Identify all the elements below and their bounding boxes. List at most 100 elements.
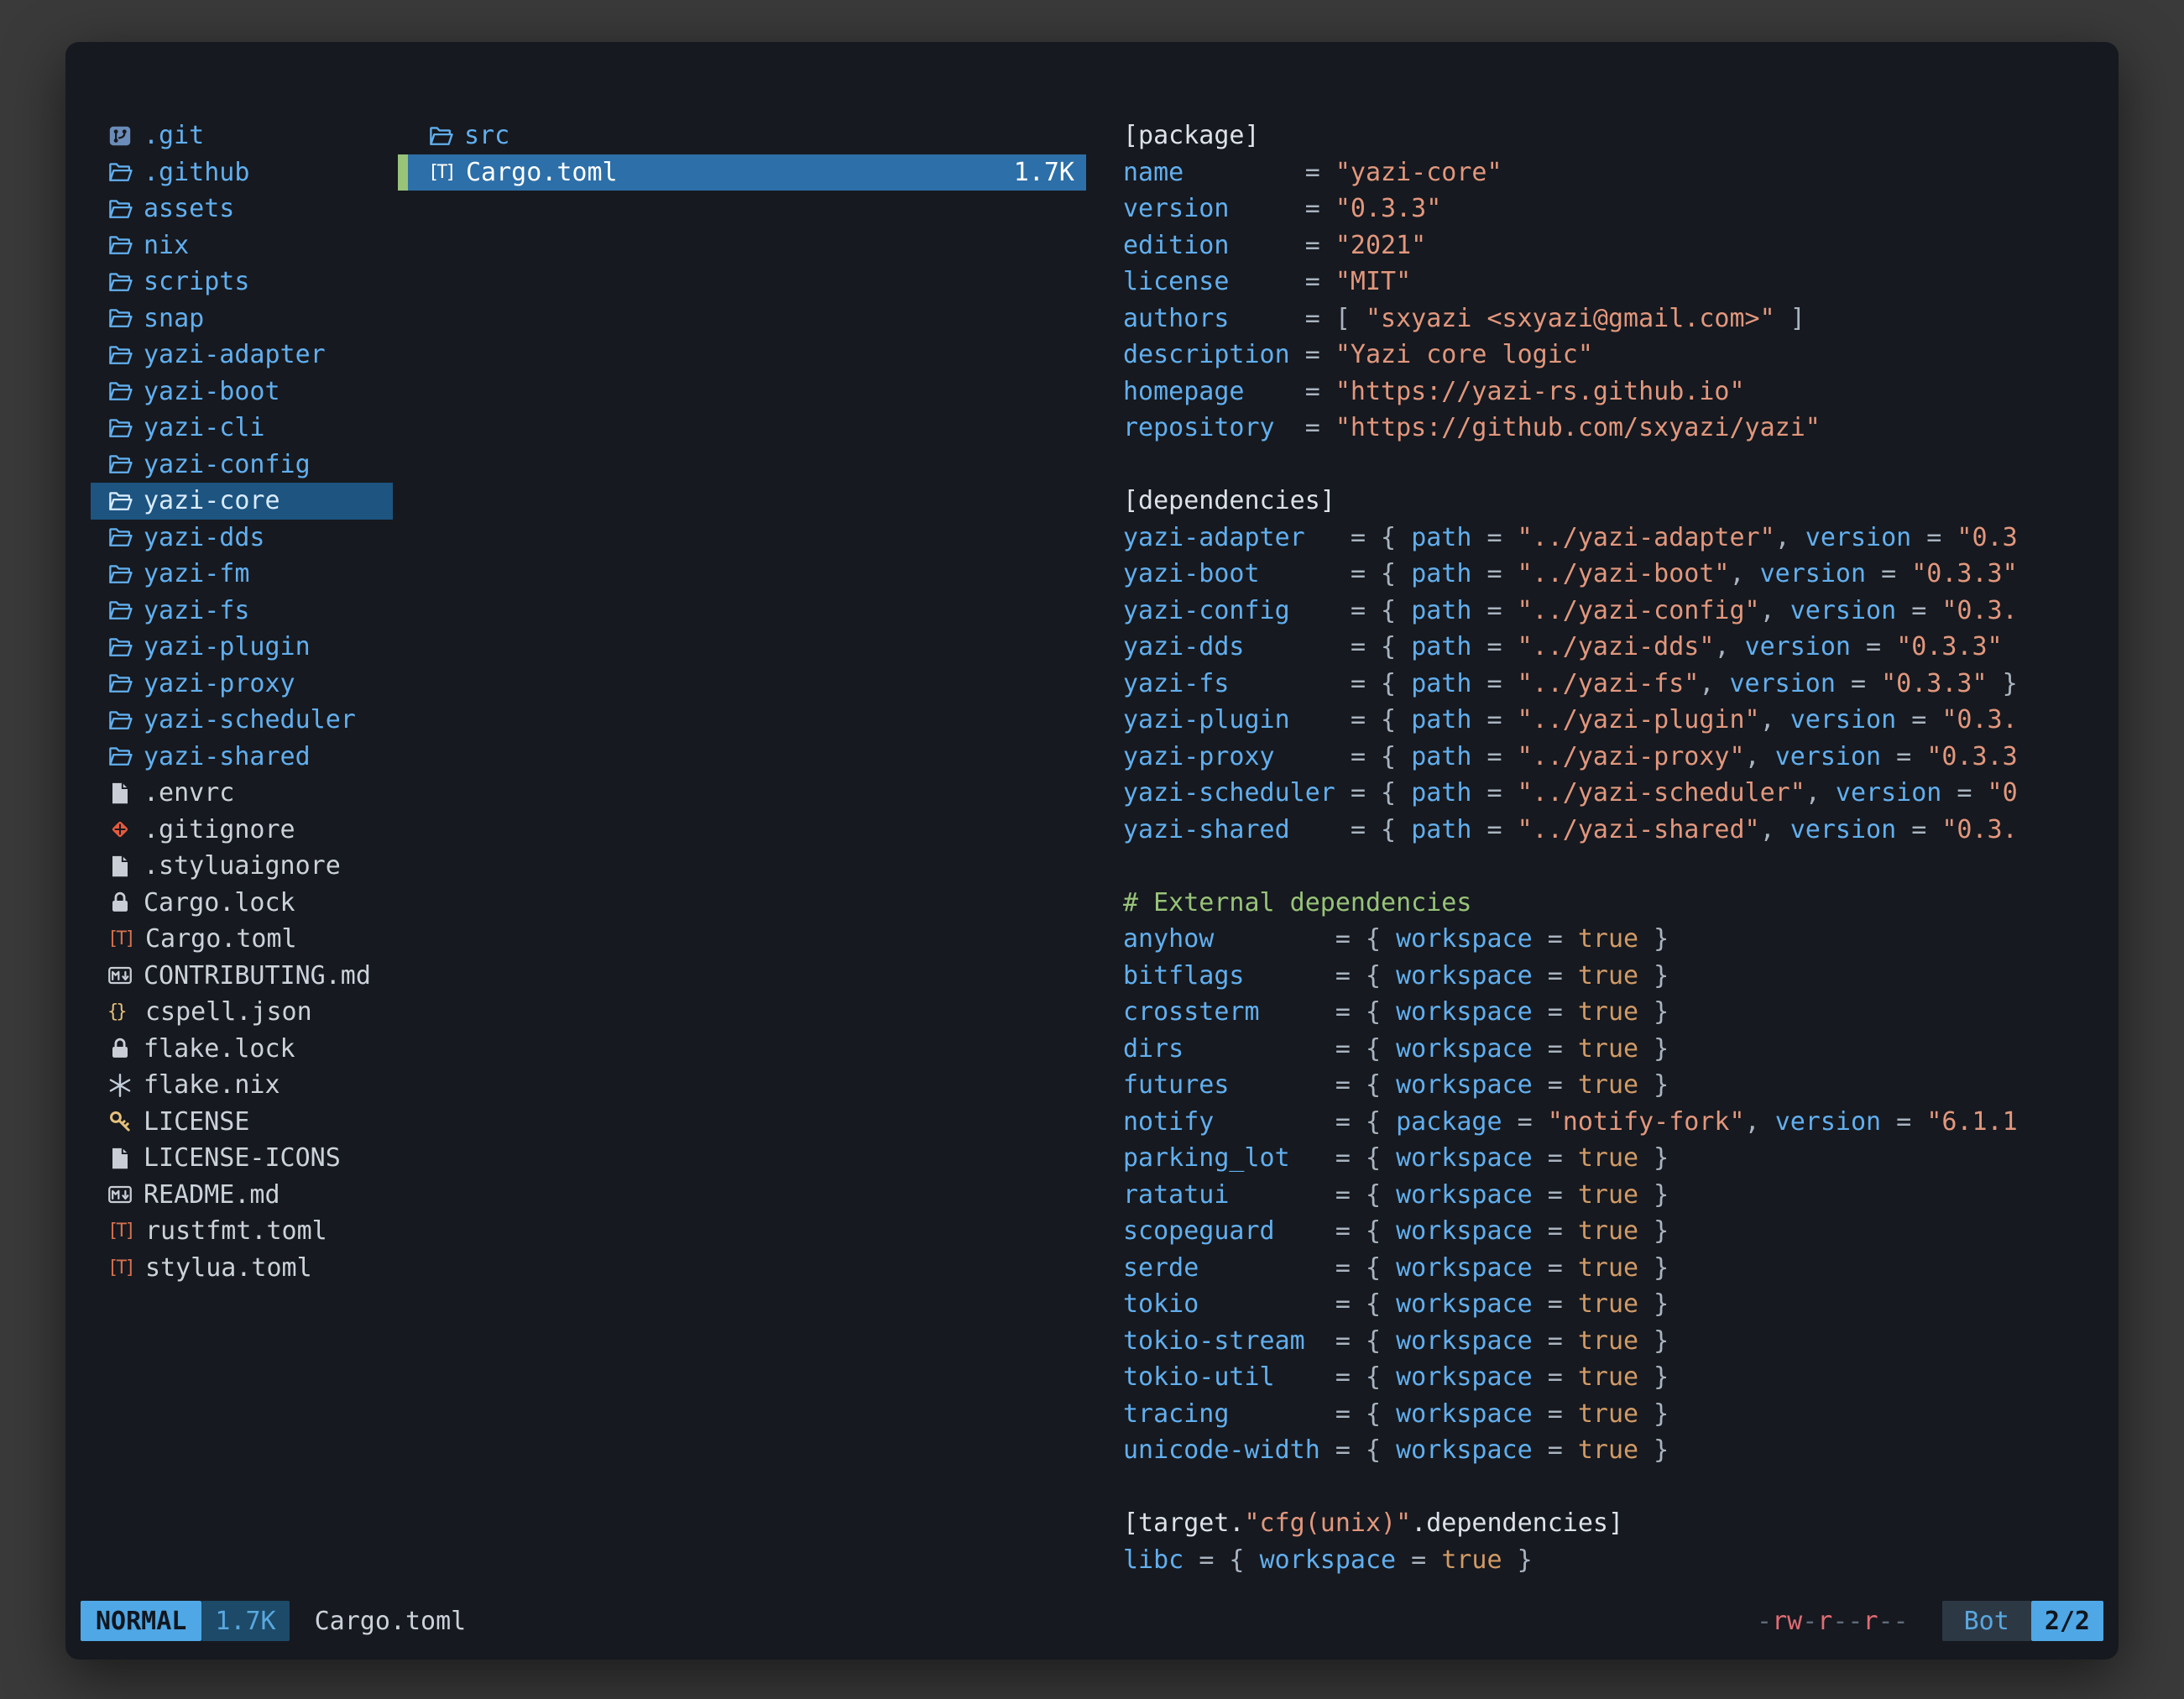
file-row-.envrc[interactable]: .envrc (91, 775, 393, 812)
file-row-yazi-boot[interactable]: yazi-boot (91, 374, 393, 410)
code-line: tracing = { workspace = true } (1123, 1396, 2095, 1433)
folder-icon (107, 708, 133, 733)
file-row-yazi-config[interactable]: yazi-config (91, 447, 393, 484)
file-row-cspell.json[interactable]: {}cspell.json (91, 994, 393, 1031)
file-name: yazi-dds (144, 523, 265, 552)
file-row-readme.md[interactable]: README.md (91, 1177, 393, 1214)
file-row-cargo.lock[interactable]: Cargo.lock (91, 885, 393, 922)
panes-container: .git.githubassetsnixscriptssnapyazi-adap… (65, 42, 2119, 1596)
folder-icon (107, 416, 133, 441)
code-line: tokio-util = { workspace = true } (1123, 1359, 2095, 1396)
file-name: yazi-config (144, 450, 311, 479)
code-line: yazi-config = { path = "../yazi-config",… (1123, 593, 2095, 630)
folder-icon (107, 379, 133, 404)
file-row-src[interactable]: src (398, 118, 1086, 154)
file-name: LICENSE-ICONS (144, 1143, 341, 1173)
markdown-icon (107, 963, 133, 988)
code-line: version = "0.3.3" (1123, 191, 2095, 227)
code-line: [target."cfg(unix)".dependencies] (1123, 1505, 2095, 1542)
key-icon (107, 1109, 133, 1134)
code-line: yazi-adapter = { path = "../yazi-adapter… (1123, 520, 2095, 557)
folder-icon (107, 671, 133, 696)
file-row-yazi-fs[interactable]: yazi-fs (91, 593, 393, 630)
file-name: stylua.toml (145, 1253, 312, 1283)
file-row-snap[interactable]: snap (91, 301, 393, 337)
braces-icon: {} (107, 1000, 139, 1025)
file-row-flake.lock[interactable]: flake.lock (91, 1031, 393, 1068)
file-row-assets[interactable]: assets (91, 191, 393, 227)
code-line: [dependencies] (1123, 483, 2095, 520)
code-line: tokio = { workspace = true } (1123, 1286, 2095, 1323)
file-row-contributing.md[interactable]: CONTRIBUTING.md (91, 958, 393, 995)
file-row-.github[interactable]: .github (91, 154, 393, 191)
file-row-license[interactable]: LICENSE (91, 1104, 393, 1141)
folder-icon (107, 159, 133, 185)
markdown-icon (107, 1182, 133, 1207)
file-name: yazi-shared (144, 742, 311, 771)
preview-content: [package]name = "yazi-core"version = "0.… (1123, 118, 2095, 1578)
toml-icon: [T] (107, 1219, 139, 1244)
file-row-stylua.toml[interactable]: [T]stylua.toml (91, 1250, 393, 1287)
file-name: yazi-cli (144, 413, 265, 442)
file-row-.git[interactable]: .git (91, 118, 393, 154)
code-line: edition = "2021" (1123, 227, 2095, 264)
code-line: ratatui = { workspace = true } (1123, 1177, 2095, 1214)
file-row-cargo.toml[interactable]: [T]Cargo.toml (91, 921, 393, 958)
file-name: CONTRIBUTING.md (144, 961, 371, 991)
file-name: Cargo.toml (145, 924, 297, 954)
toml-icon: [T] (428, 159, 460, 185)
file-name: Cargo.lock (144, 888, 295, 917)
file-row-yazi-dds[interactable]: yazi-dds (91, 520, 393, 557)
folder-icon (107, 306, 133, 331)
file-row-yazi-proxy[interactable]: yazi-proxy (91, 666, 393, 703)
code-line (1123, 1469, 2095, 1506)
code-line: unicode-width = { workspace = true } (1123, 1432, 2095, 1469)
file-row-.gitignore[interactable]: .gitignore (91, 812, 393, 849)
file-row-.styluaignore[interactable]: .styluaignore (91, 848, 393, 885)
folder-icon (428, 123, 453, 149)
file-row-rustfmt.toml[interactable]: [T]rustfmt.toml (91, 1213, 393, 1250)
folder-icon (107, 562, 133, 587)
file-row-scripts[interactable]: scripts (91, 264, 393, 301)
file-name: yazi-scheduler (144, 705, 356, 734)
code-line: crossterm = { workspace = true } (1123, 994, 2095, 1031)
code-line: anyhow = { workspace = true } (1123, 921, 2095, 958)
file-name: yazi-plugin (144, 632, 311, 661)
code-line: libc = { workspace = true } (1123, 1542, 2095, 1579)
file-row-license-icons[interactable]: LICENSE-ICONS (91, 1140, 393, 1177)
status-bar: NORMAL 1.7K Cargo.toml -rw-r--r-- Bot 2/… (81, 1601, 2103, 1641)
folder-icon (107, 452, 133, 477)
status-filename: Cargo.toml (315, 1607, 467, 1636)
file-name: nix (144, 231, 189, 260)
file-row-yazi-fm[interactable]: yazi-fm (91, 556, 393, 593)
file-name: Cargo.toml (466, 158, 1014, 187)
code-line: yazi-plugin = { path = "../yazi-plugin",… (1123, 702, 2095, 739)
file-row-nix[interactable]: nix (91, 227, 393, 264)
file-row-yazi-adapter[interactable]: yazi-adapter (91, 337, 393, 374)
git-diamond-icon (107, 817, 133, 842)
git-square-icon (107, 123, 133, 149)
preview-pane: [package]name = "yazi-core"version = "0.… (1086, 118, 2095, 1591)
file-row-yazi-cli[interactable]: yazi-cli (91, 410, 393, 447)
file-name: yazi-core (144, 486, 280, 515)
toml-icon: [T] (107, 1255, 139, 1280)
file-icon (107, 854, 133, 879)
file-name: yazi-fs (144, 596, 249, 625)
code-line: futures = { workspace = true } (1123, 1067, 2095, 1104)
file-row-yazi-core[interactable]: yazi-core (91, 483, 393, 520)
file-name: rustfmt.toml (145, 1216, 327, 1246)
file-row-yazi-plugin[interactable]: yazi-plugin (91, 629, 393, 666)
file-row-yazi-scheduler[interactable]: yazi-scheduler (91, 702, 393, 739)
status-bar-right: -rw-r--r-- Bot 2/2 (1757, 1601, 2103, 1641)
file-row-flake.nix[interactable]: flake.nix (91, 1067, 393, 1104)
file-name: .styluaignore (144, 851, 341, 881)
file-name: .git (144, 121, 204, 150)
file-name: flake.lock (144, 1034, 295, 1064)
code-line: homepage = "https://yazi-rs.github.io" (1123, 374, 2095, 410)
folder-icon (107, 635, 133, 660)
file-row-cargo.toml[interactable]: [T]Cargo.toml1.7K (398, 154, 1086, 191)
file-name: .gitignore (144, 815, 295, 844)
yazi-terminal-window: .git.githubassetsnixscriptssnapyazi-adap… (65, 42, 2119, 1660)
file-name: scripts (144, 267, 249, 296)
file-row-yazi-shared[interactable]: yazi-shared (91, 739, 393, 776)
